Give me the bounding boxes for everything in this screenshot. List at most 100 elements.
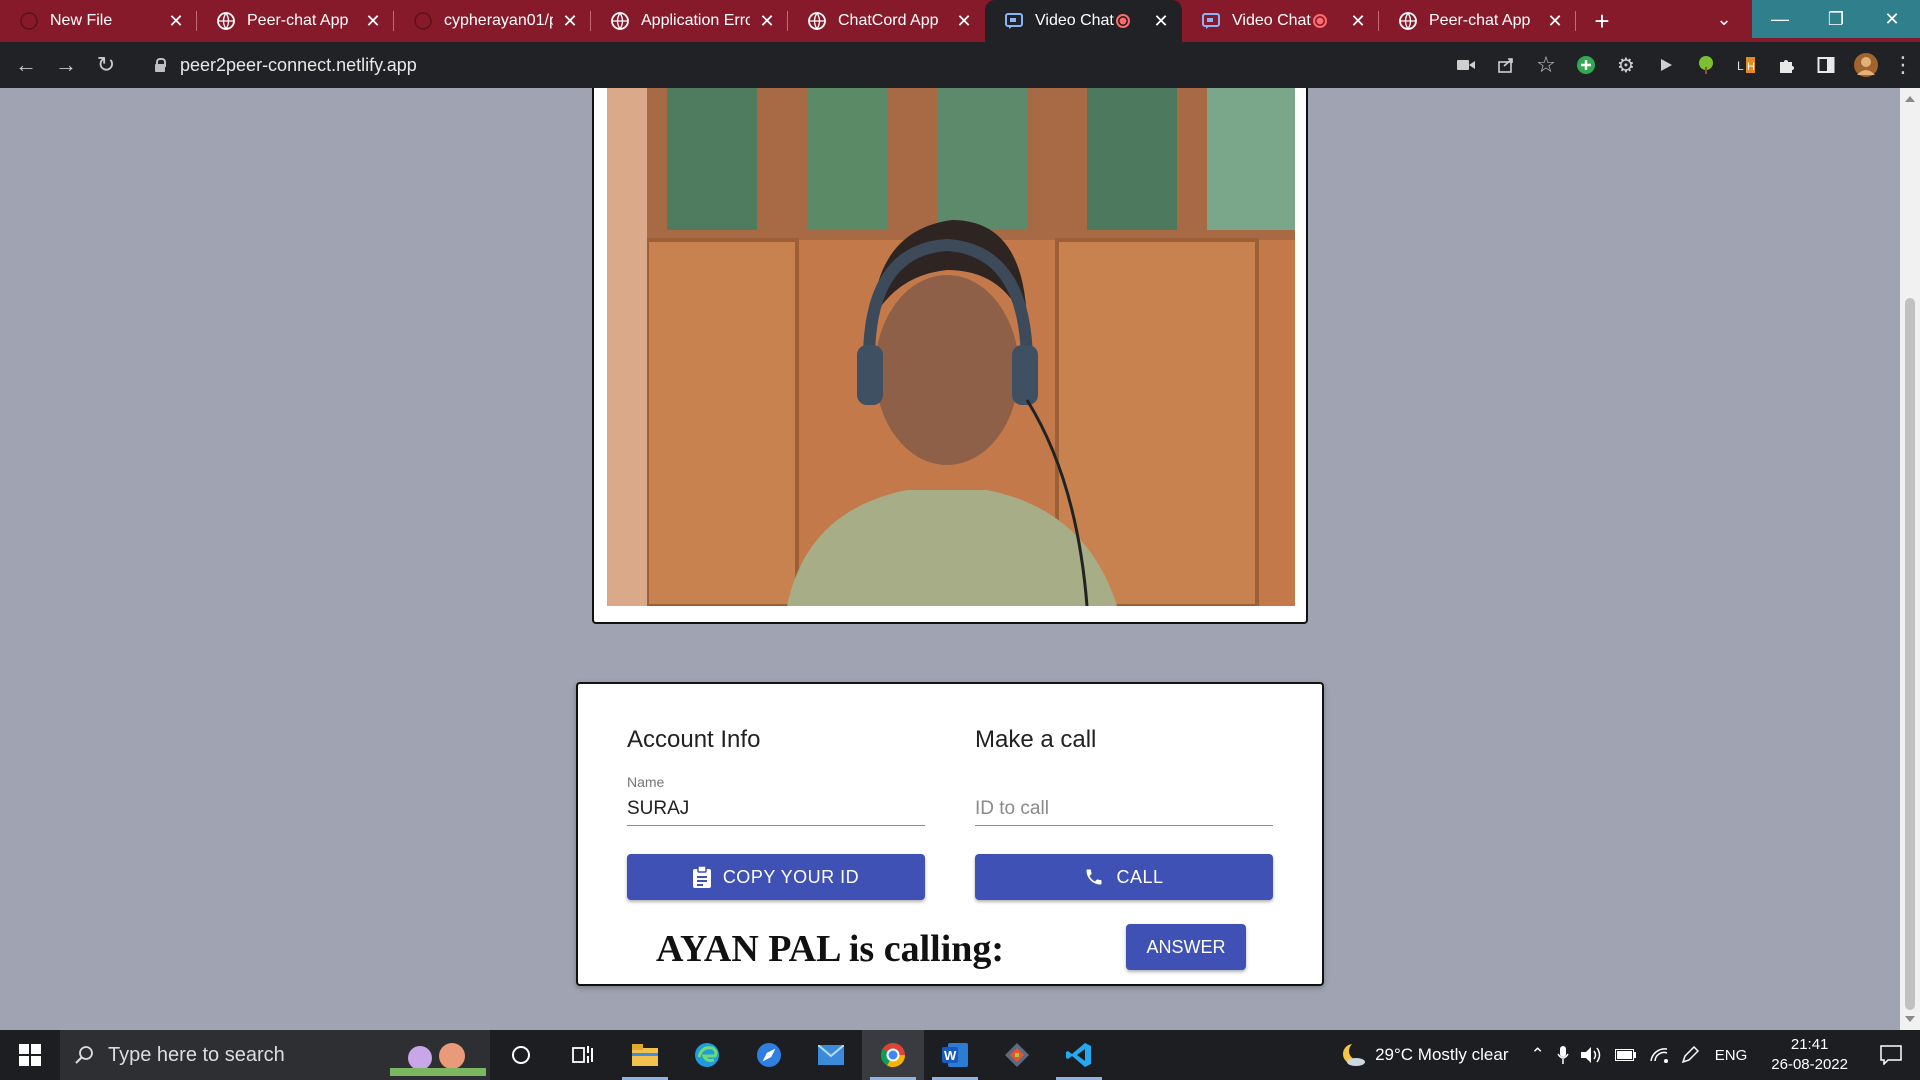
clipboard-icon bbox=[692, 866, 711, 888]
make-call-heading: Make a call bbox=[975, 726, 1097, 753]
word-icon[interactable]: W bbox=[924, 1030, 986, 1080]
tab-title: New File bbox=[50, 12, 113, 29]
tab-title: Peer-chat App bbox=[247, 12, 349, 29]
new-tab-button[interactable]: + bbox=[1582, 0, 1622, 42]
mail-icon[interactable] bbox=[800, 1030, 862, 1080]
notifications-icon[interactable] bbox=[1862, 1045, 1920, 1065]
battery-icon[interactable] bbox=[1609, 1049, 1643, 1061]
address-bar[interactable]: peer2peer-connect.netlify.app bbox=[140, 47, 1420, 83]
extension-tree-icon[interactable] bbox=[1686, 45, 1726, 85]
tab-close-icon[interactable]: ✕ bbox=[561, 12, 579, 30]
globe-icon bbox=[217, 12, 235, 30]
copy-id-button[interactable]: COPY YOUR ID bbox=[627, 854, 925, 900]
close-window-icon[interactable]: ✕ bbox=[1864, 0, 1920, 38]
tab-close-icon[interactable]: ✕ bbox=[1546, 12, 1564, 30]
cortana-icon[interactable] bbox=[490, 1030, 552, 1080]
menu-kebab-icon[interactable]: ⋮ bbox=[1886, 45, 1920, 85]
clock[interactable]: 21:41 26-08-2022 bbox=[1757, 1035, 1862, 1075]
scroll-up-icon[interactable] bbox=[1905, 96, 1915, 102]
name-field-label: Name bbox=[627, 774, 665, 790]
forward-icon[interactable]: → bbox=[46, 45, 86, 85]
extension-play-icon[interactable] bbox=[1646, 45, 1686, 85]
browser-toolbar: ← → ↻ peer2peer-connect.netlify.app ☆ ⚙ … bbox=[0, 42, 1920, 88]
bookmark-star-icon[interactable]: ☆ bbox=[1526, 45, 1566, 85]
tab-close-icon[interactable]: ✕ bbox=[1349, 12, 1367, 30]
phone-icon bbox=[1084, 867, 1104, 887]
copy-id-label: COPY YOUR ID bbox=[722, 866, 860, 887]
chrome-icon[interactable] bbox=[862, 1030, 924, 1080]
wifi-icon[interactable] bbox=[1643, 1047, 1675, 1063]
browser-tab[interactable]: New File ✕ bbox=[0, 0, 197, 42]
browser-tab[interactable]: Peer-chat App ✕ bbox=[197, 0, 394, 42]
globe-icon bbox=[808, 12, 826, 30]
language-indicator[interactable]: ENG bbox=[1705, 1047, 1758, 1064]
page-scrollbar[interactable] bbox=[1900, 88, 1920, 1030]
back-icon[interactable]: ← bbox=[6, 45, 46, 85]
weather-widget[interactable]: 29°C Mostly clear bbox=[1335, 1042, 1514, 1068]
browser-tab[interactable]: Peer-chat App ✕ bbox=[1379, 0, 1576, 42]
call-button[interactable]: CALL bbox=[975, 854, 1273, 900]
github-icon bbox=[414, 12, 432, 30]
local-video-feed bbox=[607, 88, 1295, 606]
weather-text: 29°C Mostly clear bbox=[1375, 1045, 1509, 1064]
extension-lh-icon[interactable]: LH bbox=[1726, 45, 1766, 85]
profile-avatar[interactable] bbox=[1846, 45, 1886, 85]
windows-start-icon[interactable] bbox=[0, 1030, 60, 1080]
recording-indicator-icon bbox=[1313, 14, 1327, 28]
task-view-icon[interactable] bbox=[552, 1030, 614, 1080]
tab-close-icon[interactable]: ✕ bbox=[167, 12, 185, 30]
tab-strip: New File ✕ Peer-chat App ✕ cypherayan01/pi ✕ A… bbox=[0, 0, 1920, 42]
call-controls-card: Account Info Name SURAJ Make a call ID t… bbox=[576, 682, 1324, 986]
reload-icon[interactable]: ↻ bbox=[86, 45, 126, 85]
file-explorer-icon[interactable] bbox=[614, 1030, 676, 1080]
tab-close-icon[interactable]: ✕ bbox=[955, 12, 973, 30]
browser-tab[interactable]: Video Chat ✕ bbox=[985, 0, 1182, 42]
video-card bbox=[592, 88, 1308, 624]
tab-title: cypherayan01/pi bbox=[444, 12, 553, 29]
tab-close-icon[interactable]: ✕ bbox=[758, 12, 776, 30]
call-label: CALL bbox=[1116, 866, 1164, 887]
browser-tab[interactable]: Video Chat ✕ bbox=[1182, 0, 1379, 42]
clock-time: 21:41 bbox=[1790, 1036, 1829, 1053]
tab-title: ChatCord App bbox=[838, 12, 939, 29]
safari-like-browser-icon[interactable] bbox=[738, 1030, 800, 1080]
pen-icon[interactable] bbox=[1675, 1046, 1705, 1064]
scrollbar-thumb[interactable] bbox=[1905, 298, 1915, 1010]
extension-green-icon[interactable] bbox=[1566, 45, 1606, 85]
answer-button[interactable]: ANSWER bbox=[1126, 924, 1246, 970]
browser-tab[interactable]: ChatCord App ✕ bbox=[788, 0, 985, 42]
system-tray: 29°C Mostly clear ⌃ ENG 21:41 26-08-2022 bbox=[1335, 1030, 1920, 1080]
toolbar-icons: ☆ ⚙ LH ⋮ bbox=[1446, 42, 1920, 88]
tab-separator bbox=[1575, 11, 1576, 31]
tab-close-icon[interactable]: ✕ bbox=[1152, 12, 1170, 30]
show-hidden-icons-chevron-icon[interactable]: ⌃ bbox=[1525, 1045, 1551, 1065]
browser-tab[interactable]: Application Error ✕ bbox=[591, 0, 788, 42]
extension-gear-icon[interactable]: ⚙ bbox=[1606, 45, 1646, 85]
globe-icon bbox=[611, 12, 629, 30]
scroll-down-icon[interactable] bbox=[1905, 1016, 1915, 1022]
tab-close-icon[interactable]: ✕ bbox=[364, 12, 382, 30]
svg-text:H: H bbox=[1747, 61, 1755, 73]
restore-icon[interactable]: ❐ bbox=[1808, 0, 1864, 38]
account-info-heading: Account Info bbox=[627, 726, 761, 753]
taskbar-search-box[interactable]: Type here to search bbox=[60, 1030, 490, 1080]
minimize-icon[interactable]: — bbox=[1752, 0, 1808, 38]
side-panel-icon[interactable] bbox=[1806, 45, 1846, 85]
share-icon[interactable] bbox=[1486, 45, 1526, 85]
tab-search-icon[interactable]: ⌄ bbox=[1696, 0, 1752, 38]
tab-title: Application Error bbox=[641, 12, 750, 29]
github-icon bbox=[20, 12, 38, 30]
extensions-puzzle-icon[interactable] bbox=[1766, 45, 1806, 85]
vscode-icon[interactable] bbox=[1048, 1030, 1110, 1080]
browser-tab[interactable]: cypherayan01/pi ✕ bbox=[394, 0, 591, 42]
volume-icon[interactable] bbox=[1575, 1046, 1609, 1064]
git-kraken-icon[interactable] bbox=[986, 1030, 1048, 1080]
id-to-call-input[interactable]: ID to call bbox=[975, 792, 1273, 826]
svg-text:L: L bbox=[1737, 59, 1744, 73]
edge-icon[interactable] bbox=[676, 1030, 738, 1080]
name-field[interactable]: SURAJ bbox=[627, 792, 925, 826]
camera-in-use-icon[interactable] bbox=[1446, 45, 1486, 85]
lock-icon[interactable] bbox=[154, 58, 166, 72]
microphone-icon[interactable] bbox=[1551, 1046, 1575, 1064]
weather-moon-icon bbox=[1341, 1042, 1368, 1068]
